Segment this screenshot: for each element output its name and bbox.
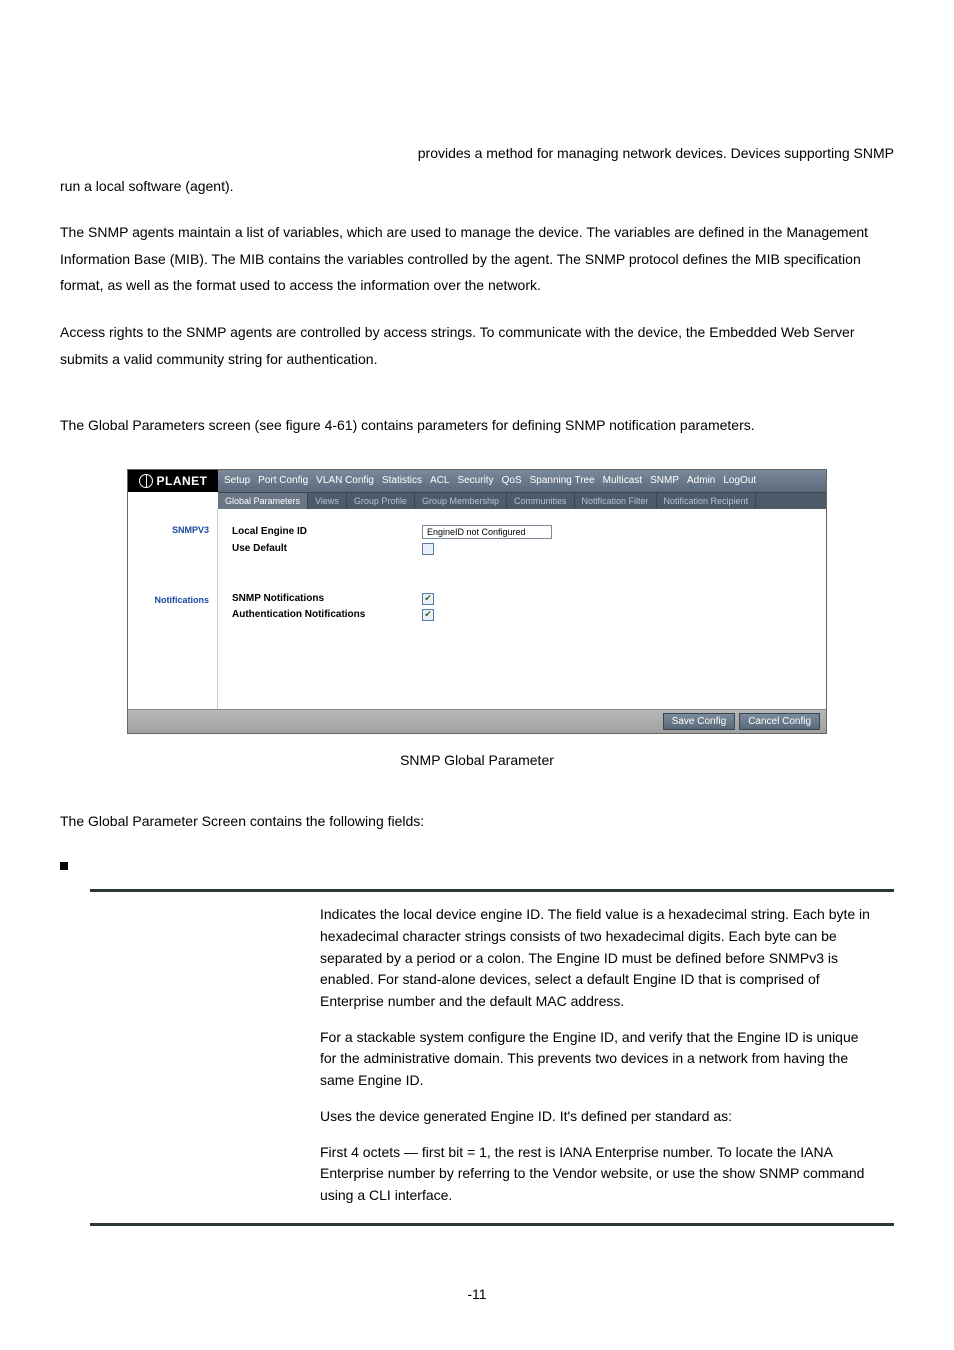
definition-table: Indicates the local device engine ID. Th…	[90, 889, 894, 1225]
snmp-notifications-checkbox[interactable]: ✔	[422, 593, 434, 605]
brand-logo: PLANET	[128, 470, 218, 492]
side-section-snmpv3: SNMPV3	[128, 515, 217, 535]
menu-vlan-config[interactable]: VLAN Config	[316, 475, 374, 486]
def-para-4: First 4 octets — first bit = 1, the rest…	[320, 1142, 874, 1207]
use-default-checkbox[interactable]	[422, 543, 434, 555]
local-engine-id-input[interactable]	[422, 525, 552, 539]
fields-intro: The Global Parameter Screen contains the…	[60, 808, 894, 835]
intro-para-3: Access rights to the SNMP agents are con…	[60, 319, 894, 372]
menu-statistics[interactable]: Statistics	[382, 475, 422, 486]
def-para-1: Indicates the local device engine ID. Th…	[320, 904, 874, 1012]
menu-setup[interactable]: Setup	[224, 475, 250, 486]
tab-views[interactable]: Views	[308, 493, 347, 509]
tab-notification-recipient[interactable]: Notification Recipient	[657, 493, 757, 509]
intro-para-2: The SNMP agents maintain a list of varia…	[60, 219, 894, 299]
tab-global-parameters[interactable]: Global Parameters	[218, 493, 308, 509]
screenshot-caption: SNMP Global Parameter	[60, 752, 894, 768]
tab-group-profile[interactable]: Group Profile	[347, 493, 415, 509]
snmp-notifications-label: SNMP Notifications	[232, 593, 422, 604]
menu-snmp[interactable]: SNMP	[650, 475, 679, 486]
auth-notifications-label: Authentication Notifications	[232, 609, 422, 620]
bullet-icon	[60, 862, 68, 870]
menu-port-config[interactable]: Port Config	[258, 475, 308, 486]
intro-fragment-run: run a local software (agent).	[60, 173, 894, 200]
menu-spanning-tree[interactable]: Spanning Tree	[530, 475, 595, 486]
menu-multicast[interactable]: Multicast	[603, 475, 642, 486]
sub-tabs: Global Parameters Views Group Profile Gr…	[218, 492, 826, 509]
footer-bar: Save Config Cancel Config	[128, 709, 826, 733]
snmp-global-screenshot: PLANET Setup Port Config VLAN Config Sta…	[127, 469, 827, 734]
table-bottom-rule	[90, 1223, 894, 1226]
tab-communities[interactable]: Communities	[507, 493, 575, 509]
local-engine-id-label: Local Engine ID	[232, 526, 422, 537]
tab-notification-filter[interactable]: Notification Filter	[575, 493, 657, 509]
menu-security[interactable]: Security	[457, 475, 493, 486]
side-panel: SNMPV3 Notifications	[128, 509, 218, 709]
page-number: -11	[60, 1286, 894, 1302]
brand-text: PLANET	[157, 474, 208, 488]
menu-acl[interactable]: ACL	[430, 475, 449, 486]
menu-qos[interactable]: QoS	[502, 475, 522, 486]
intro-para-4: The Global Parameters screen (see figure…	[60, 412, 894, 439]
auth-notifications-checkbox[interactable]: ✔	[422, 609, 434, 621]
main-menu: Setup Port Config VLAN Config Statistics…	[218, 470, 826, 492]
cancel-config-button[interactable]: Cancel Config	[739, 713, 820, 730]
side-section-notifications: Notifications	[128, 585, 217, 605]
def-para-2: For a stackable system configure the Eng…	[320, 1027, 874, 1092]
menu-admin[interactable]: Admin	[687, 475, 715, 486]
intro-fragment-top: provides a method for managing network d…	[390, 140, 894, 167]
tab-group-membership[interactable]: Group Membership	[415, 493, 507, 509]
globe-icon	[139, 474, 153, 488]
use-default-label: Use Default	[232, 543, 422, 554]
menu-logout[interactable]: LogOut	[723, 475, 756, 486]
save-config-button[interactable]: Save Config	[663, 713, 735, 730]
def-para-3: Uses the device generated Engine ID. It'…	[320, 1106, 874, 1128]
